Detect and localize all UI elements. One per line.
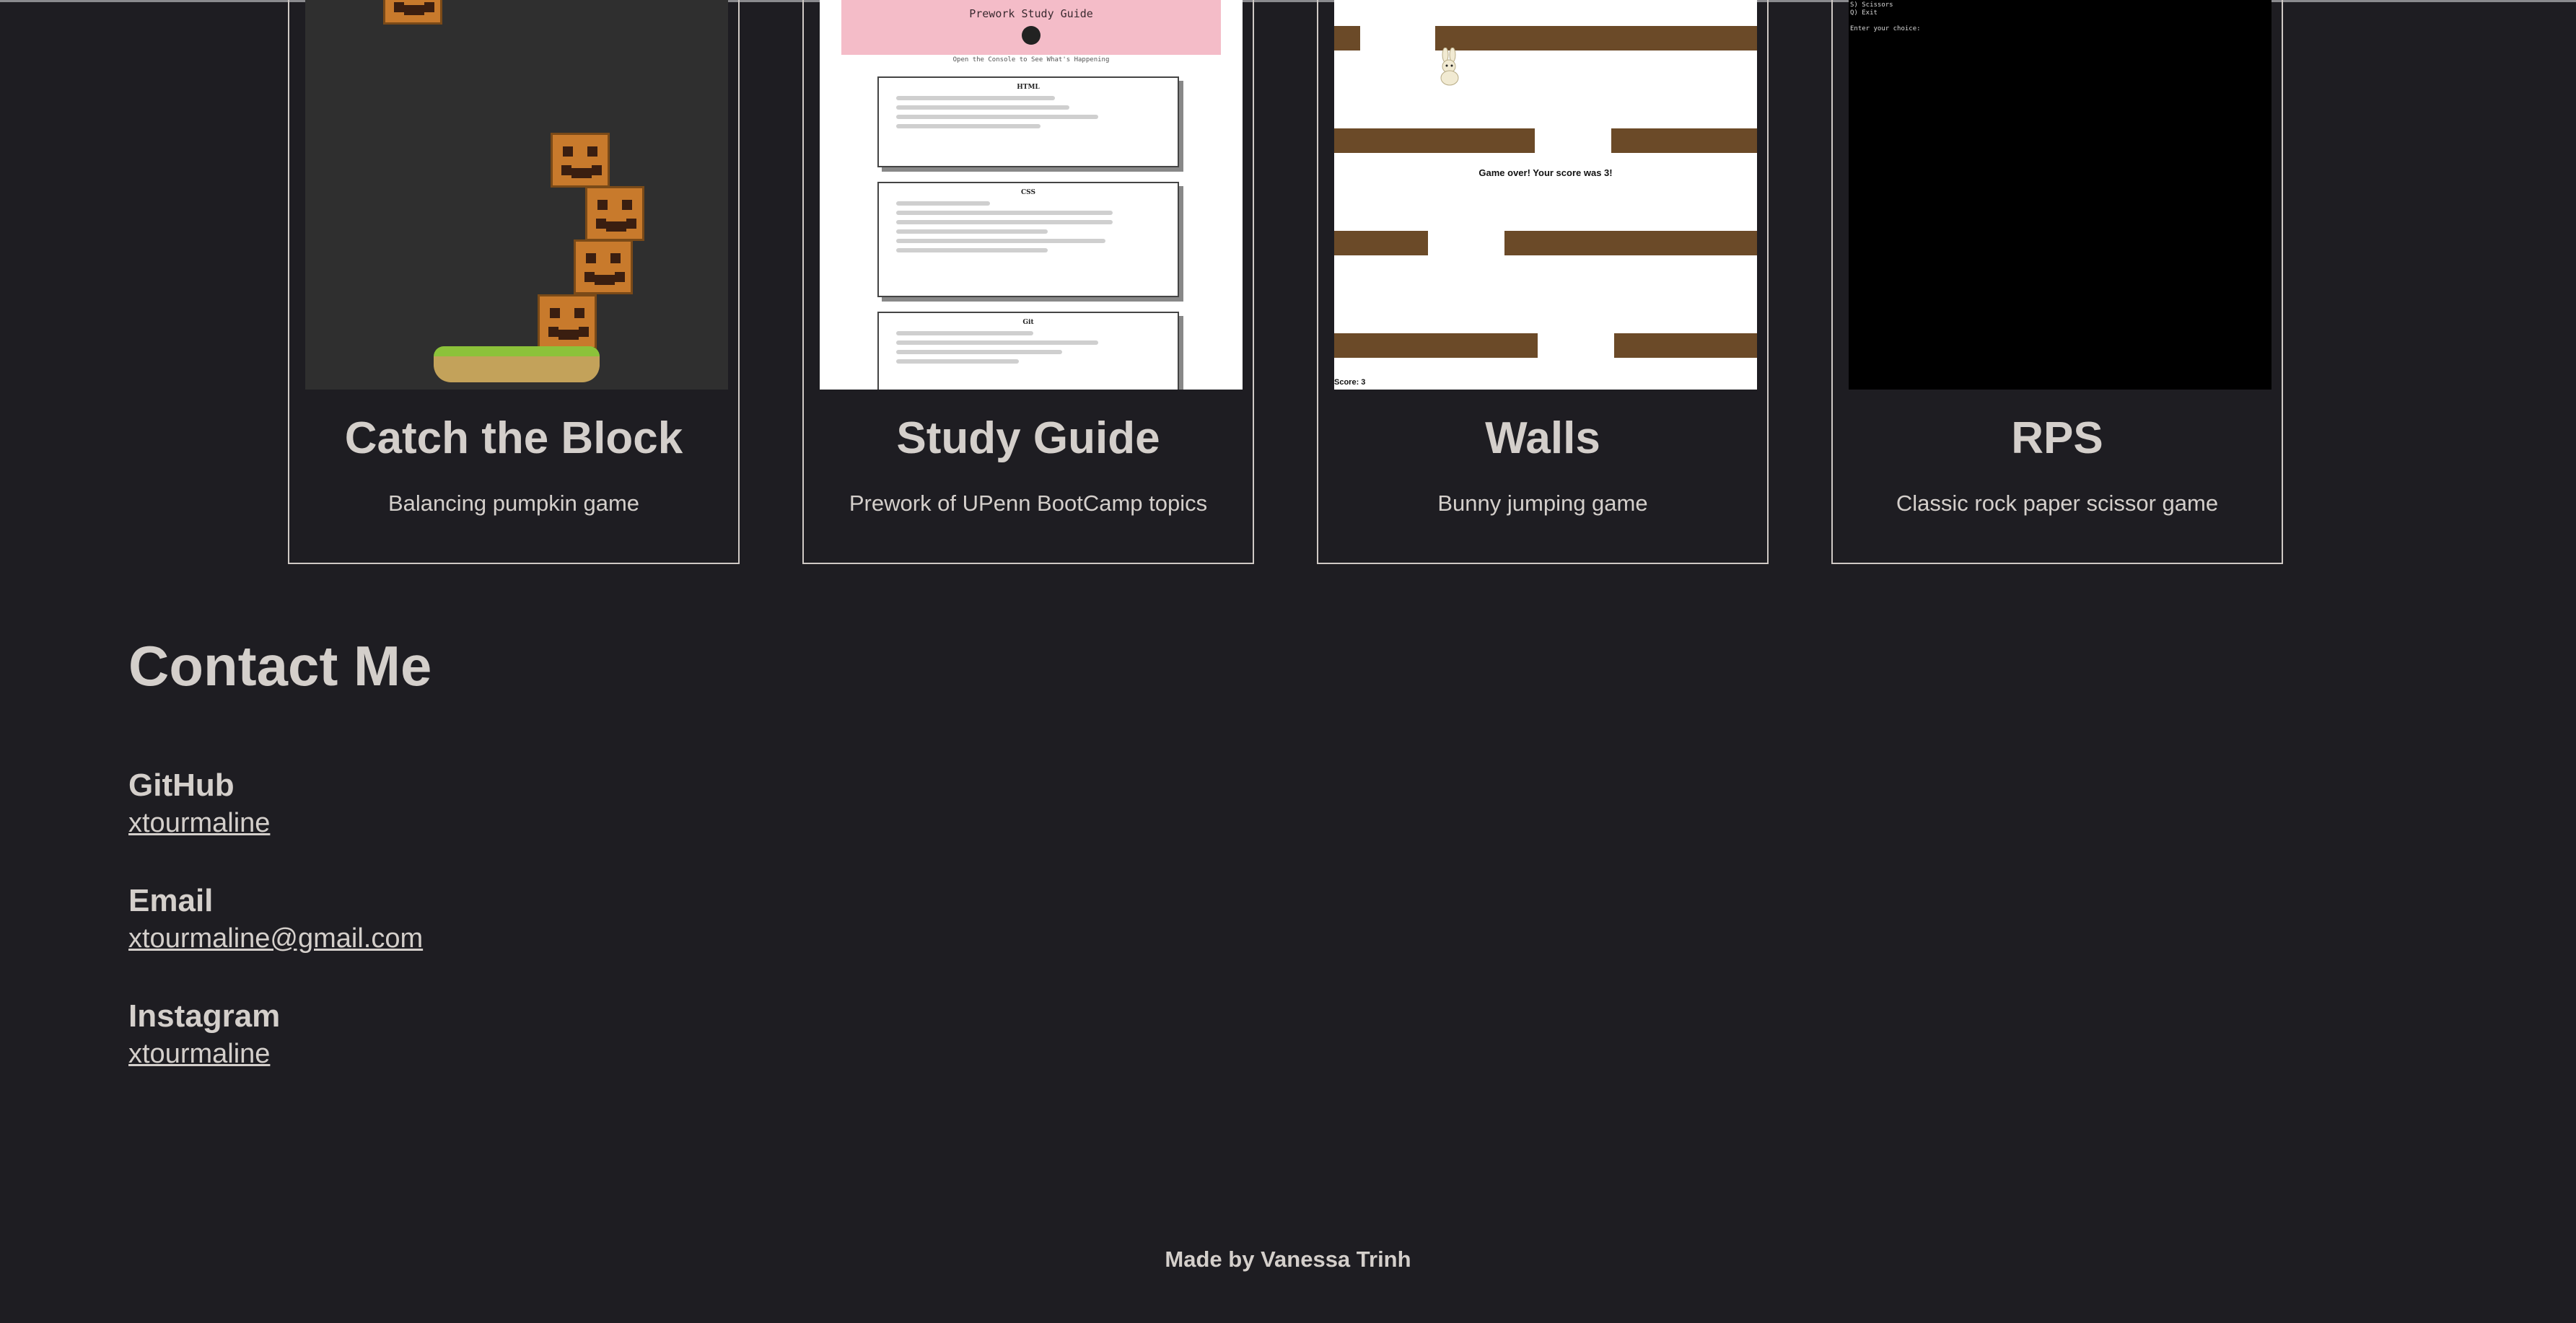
- contact-heading: Contact Me: [128, 634, 432, 698]
- wall-segment: [1334, 128, 1535, 153]
- text-line: [896, 211, 1113, 215]
- project-card-walls[interactable]: Game over! Your score was 3! Score: 3 Wa…: [1317, 0, 1769, 564]
- github-link[interactable]: xtourmaline: [128, 808, 270, 839]
- project-title[interactable]: Study Guide: [804, 413, 1253, 464]
- email-link[interactable]: xtourmaline@gmail.com: [128, 923, 423, 954]
- text-line: [896, 105, 1069, 110]
- pumpkin-block: [574, 239, 633, 294]
- study-section-title: CSS: [1021, 189, 1035, 196]
- pumpkin-block: [551, 133, 610, 188]
- project-title[interactable]: Catch the Block: [289, 413, 738, 464]
- bunny-icon: [1440, 48, 1459, 86]
- text-line: [896, 239, 1105, 243]
- study-guide-header: Prework Study Guide: [841, 0, 1221, 55]
- project-title[interactable]: RPS: [1833, 413, 2282, 464]
- study-section-html: HTML: [877, 76, 1179, 167]
- game-over-message: Game over! Your score was 3!: [1478, 167, 1613, 178]
- project-card-study-guide[interactable]: Prework Study Guide Open the Console to …: [802, 0, 1254, 564]
- project-card-catch-the-block[interactable]: Catch the Block Balancing pumpkin game: [288, 0, 740, 564]
- project-description: Balancing pumpkin game: [387, 491, 640, 516]
- study-section-git: Git: [877, 312, 1179, 390]
- footer-credit: Made by Vanessa Trinh: [1165, 1247, 1411, 1272]
- study-guide-console-note: Open the Console to See What's Happening: [952, 56, 1110, 63]
- contact-label-github: GitHub: [128, 768, 235, 803]
- text-line: [896, 229, 1048, 234]
- study-guide-header-title: Prework Study Guide: [969, 7, 1093, 20]
- wall-segment: [1334, 231, 1428, 255]
- wall-segment: [1334, 26, 1360, 50]
- text-line: [896, 201, 990, 206]
- study-section-css: CSS: [877, 182, 1179, 297]
- text-line: [896, 340, 1098, 345]
- pumpkin-block: [585, 186, 644, 241]
- wall-segment: [1435, 26, 1757, 50]
- text-line: [896, 248, 1048, 252]
- project-description: Bunny jumping game: [1437, 491, 1648, 516]
- text-line: [896, 124, 1041, 128]
- text-line: [896, 96, 1055, 100]
- instagram-link[interactable]: xtourmaline: [128, 1039, 270, 1070]
- grass-platform: [434, 346, 600, 382]
- wall-segment: [1334, 333, 1538, 358]
- terminal-line: Enter your choice:: [1850, 25, 1921, 32]
- text-line: [896, 359, 1019, 364]
- project-screenshot-rps[interactable]: S) Scissors Q) Exit Enter your choice:: [1849, 0, 2271, 390]
- project-screenshot-catch-the-block[interactable]: [305, 0, 728, 390]
- project-description: Prework of UPenn BootCamp topics: [849, 491, 1208, 516]
- pumpkin-block: [383, 0, 442, 25]
- study-section-title: HTML: [1017, 84, 1040, 91]
- terminal-line: S) Scissors: [1850, 1, 1893, 9]
- study-section-title: Git: [1022, 319, 1034, 326]
- text-line: [896, 115, 1098, 119]
- pumpkin-block: [538, 294, 597, 349]
- wall-segment: [1614, 333, 1757, 358]
- wall-segment: [1504, 231, 1757, 255]
- wall-segment: [1611, 128, 1757, 153]
- contact-label-email: Email: [128, 883, 214, 918]
- github-logo-icon: [1022, 26, 1041, 45]
- terminal-line: Q) Exit: [1850, 9, 1878, 17]
- project-description: Classic rock paper scissor game: [1896, 491, 2219, 516]
- text-line: [896, 350, 1062, 354]
- project-screenshot-walls[interactable]: Game over! Your score was 3! Score: 3: [1334, 0, 1757, 390]
- score-label: Score: 3: [1334, 378, 1366, 387]
- project-screenshot-study-guide[interactable]: Prework Study Guide Open the Console to …: [820, 0, 1243, 390]
- text-line: [896, 331, 1033, 335]
- contact-label-instagram: Instagram: [128, 998, 281, 1034]
- project-title[interactable]: Walls: [1318, 413, 1767, 464]
- project-card-rps[interactable]: S) Scissors Q) Exit Enter your choice: R…: [1831, 0, 2283, 564]
- text-line: [896, 220, 1113, 224]
